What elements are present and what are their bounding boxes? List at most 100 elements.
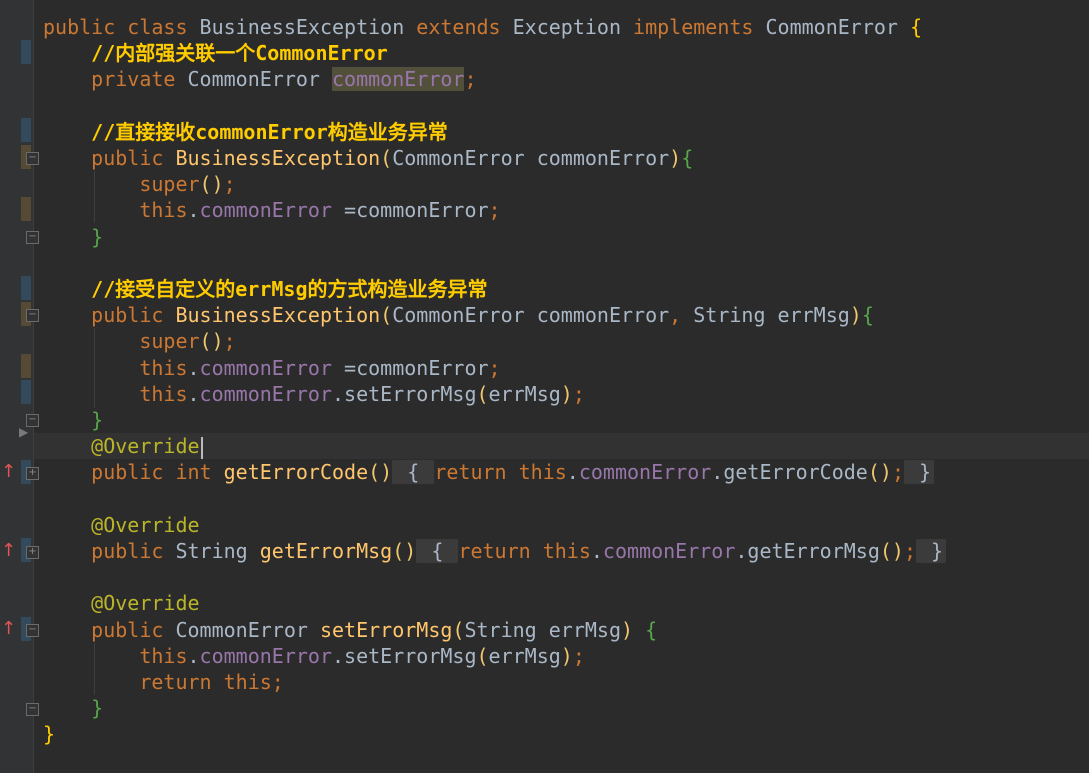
code-line-text: } — [43, 224, 103, 250]
code-line[interactable]: //直接接收commonError构造业务异常 — [34, 119, 1089, 145]
code-token: ; — [223, 329, 236, 354]
code-token: commonError — [602, 539, 736, 563]
code-token: () — [392, 539, 417, 563]
code-line[interactable]: public String getErrorMsg() { return thi… — [34, 538, 1089, 564]
code-token: return this — [434, 460, 567, 485]
code-line[interactable]: public CommonError setErrorMsg(String er… — [34, 617, 1089, 643]
code-token: errMsg — [488, 643, 561, 668]
code-token: //接受自定义的errMsg的方式构造业务异常 — [43, 277, 488, 301]
code-token: commonError — [332, 67, 465, 92]
code-line[interactable]: private CommonError commonError; — [34, 66, 1089, 92]
code-token: ; — [271, 670, 284, 694]
code-line-text: public BusinessException(CommonError com… — [43, 302, 874, 328]
code-token: { — [681, 146, 694, 170]
code-token: { — [861, 303, 874, 328]
code-token: this — [43, 381, 188, 406]
code-line-text: this.commonError =commonError; — [43, 197, 500, 223]
code-line[interactable]: } — [34, 407, 1089, 433]
code-line[interactable] — [34, 486, 1089, 512]
code-line-text: //直接接收commonError构造业务异常 — [43, 119, 448, 145]
code-token: . — [187, 643, 200, 668]
code-line[interactable] — [34, 93, 1089, 119]
code-line[interactable]: this.commonError =commonError; — [34, 355, 1089, 381]
code-token: Exception — [512, 15, 634, 39]
override-up-arrow-icon[interactable]: ↑ — [1, 619, 16, 639]
code-token: return this — [43, 670, 272, 694]
code-token: BusinessException — [175, 146, 381, 170]
code-token: () — [199, 172, 224, 197]
code-token: //内部强关联一个CommonError — [43, 41, 388, 66]
code-token: () — [199, 329, 224, 354]
code-token: public — [43, 539, 176, 563]
code-line[interactable]: @Override — [34, 433, 1089, 460]
code-token: ) — [621, 617, 634, 642]
code-token: public — [43, 146, 176, 170]
code-token: .setErrorMsg — [332, 381, 477, 406]
code-token: //直接接收commonError构造业务异常 — [43, 119, 448, 144]
code-token: . — [590, 539, 603, 563]
code-token: this — [43, 355, 188, 380]
code-line[interactable]: public BusinessException(CommonError com… — [34, 302, 1089, 328]
code-line[interactable]: @Override — [34, 512, 1089, 538]
code-token: .getErrorCode — [711, 460, 868, 485]
code-token: public — [43, 617, 176, 642]
code-token: ; — [488, 355, 501, 380]
code-token: } — [903, 460, 935, 485]
code-token: getErrorCode — [223, 460, 369, 485]
code-line[interactable]: super(); — [34, 328, 1089, 354]
code-line-text: super(); — [43, 171, 235, 197]
code-token: public — [43, 303, 176, 328]
code-line-text: //内部强关联一个CommonError — [43, 40, 388, 66]
code-token: . — [187, 355, 200, 380]
code-line[interactable]: return this; — [34, 669, 1089, 695]
code-line[interactable]: this.commonError.setErrorMsg(errMsg); — [34, 381, 1089, 407]
code-token: ; — [572, 643, 585, 668]
code-token: } — [916, 539, 947, 563]
code-token: commonError — [199, 355, 345, 380]
override-up-arrow-icon[interactable]: ↑ — [1, 541, 16, 561]
code-line-text: public int getErrorCode () { return this.… — [43, 459, 935, 485]
code-token: public int — [43, 460, 224, 485]
code-line[interactable]: } — [34, 224, 1089, 250]
code-token: } — [43, 722, 56, 747]
code-line[interactable]: public int getErrorCode () { return this.… — [34, 459, 1089, 485]
code-token: CommonError — [765, 15, 910, 39]
code-line[interactable]: this.commonError =commonError; — [34, 197, 1089, 223]
code-line[interactable]: } — [34, 721, 1089, 747]
code-line[interactable]: @Override — [34, 590, 1089, 616]
code-line[interactable] — [34, 250, 1089, 276]
code-token: this — [43, 198, 188, 223]
code-token: ( — [380, 303, 393, 328]
code-token: commonError — [199, 643, 332, 668]
code-line[interactable]: //内部强关联一个CommonError — [34, 40, 1089, 66]
play-arrow-icon[interactable]: ▶ — [19, 425, 28, 439]
code-line[interactable]: public class BusinessException extends E… — [34, 14, 1089, 40]
code-line[interactable]: } — [34, 695, 1089, 721]
code-token: ) — [849, 303, 862, 328]
code-line-text: public CommonError setErrorMsg(String er… — [43, 617, 657, 643]
code-token: () — [867, 460, 892, 485]
code-line[interactable]: this.commonError.setErrorMsg(errMsg); — [34, 643, 1089, 669]
code-line[interactable]: super(); — [34, 171, 1089, 197]
code-editor[interactable]: public class BusinessException extends E… — [34, 0, 1089, 773]
code-token: ; — [464, 67, 477, 92]
code-line[interactable] — [34, 564, 1089, 590]
code-token: commonError — [578, 460, 712, 485]
override-up-arrow-icon[interactable]: ↑ — [1, 462, 16, 482]
code-token: ( — [476, 643, 489, 668]
code-token: { — [392, 460, 435, 485]
change-marker — [21, 354, 31, 378]
code-token: @Override — [43, 591, 200, 616]
code-token: ; — [891, 460, 904, 485]
code-line-text: this.commonError.setErrorMsg(errMsg); — [43, 643, 585, 669]
code-line-text: public BusinessException(CommonError com… — [43, 145, 693, 171]
code-token: getErrorMsg — [259, 539, 393, 563]
code-token: { — [645, 617, 658, 642]
code-line-text: return this; — [43, 669, 284, 695]
code-line[interactable]: //接受自定义的errMsg的方式构造业务异常 — [34, 276, 1089, 302]
code-line[interactable]: public BusinessException(CommonError com… — [34, 145, 1089, 171]
change-marker — [21, 118, 31, 142]
code-line-text: public String getErrorMsg() { return thi… — [43, 538, 947, 564]
code-token: CommonError — [187, 67, 332, 92]
